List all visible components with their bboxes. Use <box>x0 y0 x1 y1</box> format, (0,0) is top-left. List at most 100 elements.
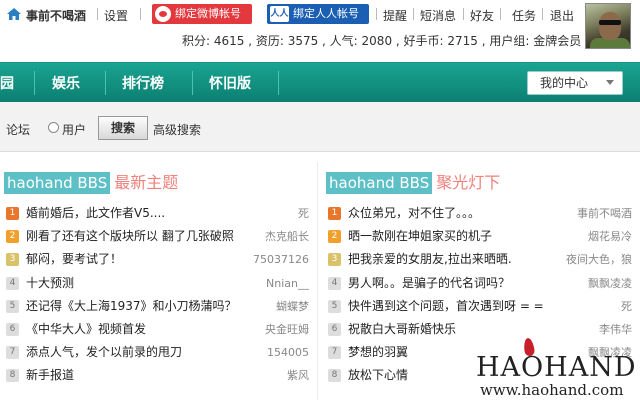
topic-author[interactable]: 央金旺姆 <box>265 318 309 341</box>
tasks-link[interactable]: 任务 <box>512 7 536 24</box>
bind-weibo-label: 绑定微博帐号 <box>175 7 241 20</box>
list-item[interactable]: 1 众位弟兄，对不住了。。。 事前不喝酒 <box>322 202 640 225</box>
list-item[interactable]: 4 十大预测 Nnian__ <box>0 272 317 295</box>
panel-brand: haohand BBS <box>326 172 433 194</box>
list-item[interactable]: 3 郁闷，要考试了！ 75037126 <box>0 248 317 271</box>
topic-author[interactable]: 154005 <box>267 341 309 364</box>
topic-title[interactable]: 放松下心情 <box>348 364 408 387</box>
search-scope-user[interactable]: 用户 <box>62 121 86 138</box>
topic-title[interactable]: 婚前婚后，此文作者V5.... <box>26 202 165 225</box>
topic-author[interactable]: 紫风 <box>287 364 309 387</box>
topic-title[interactable]: 新手报道 <box>26 364 74 387</box>
list-item[interactable]: 5 快件遇到这个问题，首次遇到呀 = = 死 <box>322 295 640 318</box>
topic-author[interactable]: 杰克船长 <box>265 225 309 248</box>
rank-badge: 1 <box>328 207 341 220</box>
topic-title[interactable]: 十大预测 <box>26 272 74 295</box>
rank-badge: 3 <box>6 253 19 267</box>
rank-badge: 8 <box>328 369 341 383</box>
my-center-label: 我的中心 <box>540 76 589 90</box>
list-item[interactable]: 2 晒一款刚在坤姐家买的机子 烟花易冷 <box>322 225 640 248</box>
home-icon[interactable] <box>6 7 22 21</box>
divider <box>500 8 501 20</box>
divider <box>192 71 193 95</box>
list-item[interactable]: 4 男人啊。。是骗子的代名词吗？ 飘飘凌凌 <box>322 272 640 295</box>
panel-brand: haohand BBS <box>4 172 111 194</box>
messages-link[interactable]: 短消息 <box>420 7 456 24</box>
my-center-dropdown[interactable]: 我的中心 <box>527 71 623 95</box>
advanced-search-link[interactable]: 高级搜索 <box>153 121 201 138</box>
topic-author[interactable]: 事前不喝酒 <box>577 202 632 225</box>
topic-title[interactable]: 把我亲爱的女朋友,拉出来晒晒. <box>348 248 512 271</box>
rank-badge: 1 <box>6 207 19 220</box>
topic-title[interactable]: 刚看了还有这个版块所以 翻了几张破照 <box>26 225 234 248</box>
username-link[interactable]: 事前不喝酒 <box>26 7 86 24</box>
topic-author[interactable]: 烟花易冷 <box>588 225 632 248</box>
search-button[interactable]: 搜索 <box>98 116 148 140</box>
nav-item-forum[interactable]: 园 <box>0 73 14 93</box>
search-bar: 论坛 用户 搜索 高级搜索 <box>0 102 640 152</box>
topic-title[interactable]: 梦想的羽翼 <box>348 341 408 364</box>
topic-title[interactable]: 还记得《大上海1937》和小刀杨蒲吗？ <box>26 295 237 318</box>
topic-title[interactable]: 晒一款刚在坤姐家买的机子 <box>348 225 492 248</box>
top-bar: 事前不喝酒 设置 绑定微博帐号 人人 绑定人人帐号 提醒 短消息 好友 任务 退… <box>0 0 640 52</box>
list-item[interactable]: 6 《中华大人》视频首发 央金旺姆 <box>0 318 317 341</box>
topic-title[interactable]: 《中华大人》视频首发 <box>26 318 146 341</box>
divider <box>105 71 106 95</box>
panel-subtitle: 聚光灯下 <box>436 173 501 192</box>
friends-link[interactable]: 好友 <box>470 7 494 24</box>
watermark-logo: HAOHAND <box>476 352 637 383</box>
reminders-link[interactable]: 提醒 <box>383 7 407 24</box>
nav-item-entertainment[interactable]: 娱乐 <box>52 73 80 93</box>
list-item[interactable]: 2 刚看了还有这个版块所以 翻了几张破照 杰克船长 <box>0 225 317 248</box>
avatar[interactable] <box>585 3 631 49</box>
topic-author[interactable]: 死 <box>298 202 309 225</box>
panel-title: haohand BBS 最新主题 <box>4 172 178 198</box>
bind-renren-label: 绑定人人帐号 <box>293 7 359 20</box>
list-item[interactable]: 7 添点人气，发个以前录的甩刀 154005 <box>0 341 317 364</box>
topic-title[interactable]: 郁闷，要考试了！ <box>26 248 122 271</box>
renren-icon: 人人 <box>270 6 289 22</box>
search-scope-forum[interactable]: 论坛 <box>6 121 30 138</box>
topic-list: 1 婚前婚后，此文作者V5.... 死 2 刚看了还有这个版块所以 翻了几张破照 杰克船… <box>0 202 317 388</box>
nav-item-classic[interactable]: 怀旧版 <box>209 73 251 93</box>
topic-title[interactable]: 祝散白大哥新婚快乐 <box>348 318 456 341</box>
divider <box>376 8 377 20</box>
rank-badge: 2 <box>328 230 341 244</box>
chevron-down-icon <box>606 80 614 85</box>
list-item[interactable]: 8 新手报道 紫风 <box>0 364 317 387</box>
rank-badge: 4 <box>6 276 19 290</box>
latest-topics-panel: haohand BBS 最新主题 1 婚前婚后，此文作者V5.... 死 2 刚看了还有… <box>0 162 318 400</box>
user-radio[interactable] <box>48 122 59 133</box>
bind-renren-button[interactable]: 人人 绑定人人帐号 <box>267 4 369 24</box>
topic-title[interactable]: 添点人气，发个以前录的甩刀 <box>26 341 182 364</box>
rank-badge: 6 <box>6 322 19 336</box>
settings-link[interactable]: 设置 <box>104 7 128 24</box>
nav-item-rankings[interactable]: 排行榜 <box>122 73 164 93</box>
topic-author[interactable]: 蝴蝶梦 <box>276 295 309 318</box>
topic-title[interactable]: 男人啊。。是骗子的代名词吗？ <box>348 272 510 295</box>
logout-link[interactable]: 退出 <box>550 7 574 24</box>
bind-weibo-button[interactable]: 绑定微博帐号 <box>152 4 252 24</box>
list-item[interactable]: 1 婚前婚后，此文作者V5.... 死 <box>0 202 317 225</box>
topic-title[interactable]: 众位弟兄，对不住了。。。 <box>348 202 480 225</box>
rank-badge: 8 <box>6 369 19 383</box>
rank-badge: 3 <box>328 253 341 267</box>
topic-author[interactable]: 夜间大色，狼 <box>566 248 632 271</box>
list-item[interactable]: 3 把我亲爱的女朋友,拉出来晒晒. 夜间大色，狼 <box>322 248 640 271</box>
divider <box>278 71 279 95</box>
divider <box>140 8 141 20</box>
topic-title[interactable]: 快件遇到这个问题，首次遇到呀 = = <box>348 295 544 318</box>
divider <box>34 71 35 95</box>
rank-badge: 7 <box>6 346 19 360</box>
list-item[interactable]: 5 还记得《大上海1937》和小刀杨蒲吗？ 蝴蝶梦 <box>0 295 317 318</box>
rank-badge: 5 <box>6 299 19 313</box>
divider <box>463 8 464 20</box>
user-stats: 积分: 4615 , 资历: 3575 , 人气: 2080 , 好手币: 27… <box>182 34 582 48</box>
topic-author[interactable]: Nnian__ <box>266 272 309 295</box>
divider <box>97 8 98 20</box>
rank-badge: 4 <box>328 276 341 290</box>
topic-author[interactable]: 飘飘凌凌 <box>588 272 632 295</box>
topic-author[interactable]: 死 <box>621 295 632 318</box>
topic-author[interactable]: 75037126 <box>253 248 309 271</box>
rank-badge: 2 <box>6 230 19 244</box>
